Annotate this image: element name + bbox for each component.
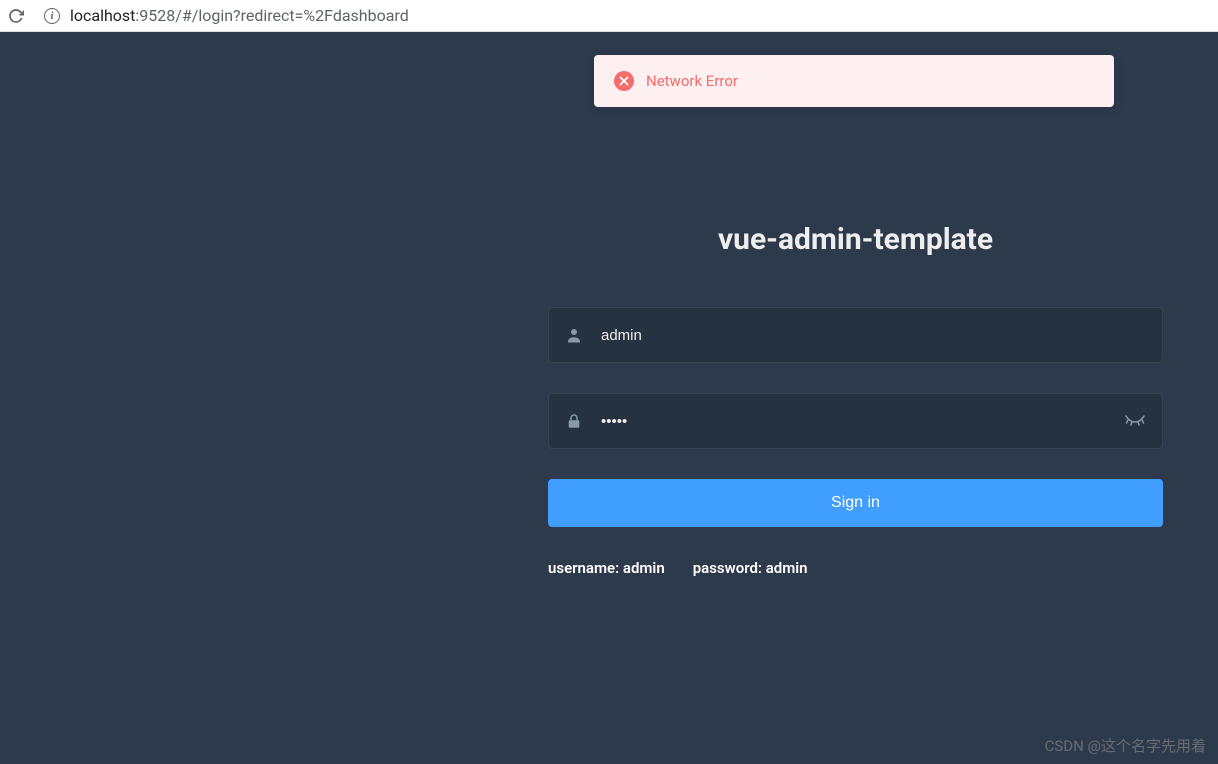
login-form: vue-admin-template [548, 222, 1163, 577]
lock-icon [565, 412, 583, 430]
url-bar[interactable]: i localhost:9528/#/login?redirect=%2Fdas… [32, 2, 1210, 30]
url-text: localhost:9528/#/login?redirect=%2Fdashb… [70, 6, 409, 25]
browser-address-bar: i localhost:9528/#/login?redirect=%2Fdas… [0, 0, 1218, 32]
error-message: Network Error [646, 72, 738, 90]
reload-icon[interactable] [8, 8, 24, 24]
login-hints: username: admin password: admin [548, 559, 1163, 577]
error-toast: Network Error [594, 55, 1114, 107]
username-input[interactable] [601, 308, 1146, 362]
signin-button[interactable]: Sign in [548, 479, 1163, 527]
error-icon [614, 71, 634, 91]
page-title: vue-admin-template [548, 222, 1163, 257]
username-field-wrapper[interactable] [548, 307, 1163, 363]
watermark: CSDN @这个名字先用着 [1045, 735, 1206, 756]
password-field-wrapper[interactable] [548, 393, 1163, 449]
user-icon [565, 326, 583, 344]
hint-password: password: admin [693, 559, 808, 577]
hint-username: username: admin [548, 559, 665, 577]
password-input[interactable] [601, 394, 1124, 448]
eye-closed-icon[interactable] [1124, 414, 1146, 428]
info-icon[interactable]: i [44, 8, 60, 24]
app-area: Network Error vue-admin-template [0, 32, 1218, 764]
